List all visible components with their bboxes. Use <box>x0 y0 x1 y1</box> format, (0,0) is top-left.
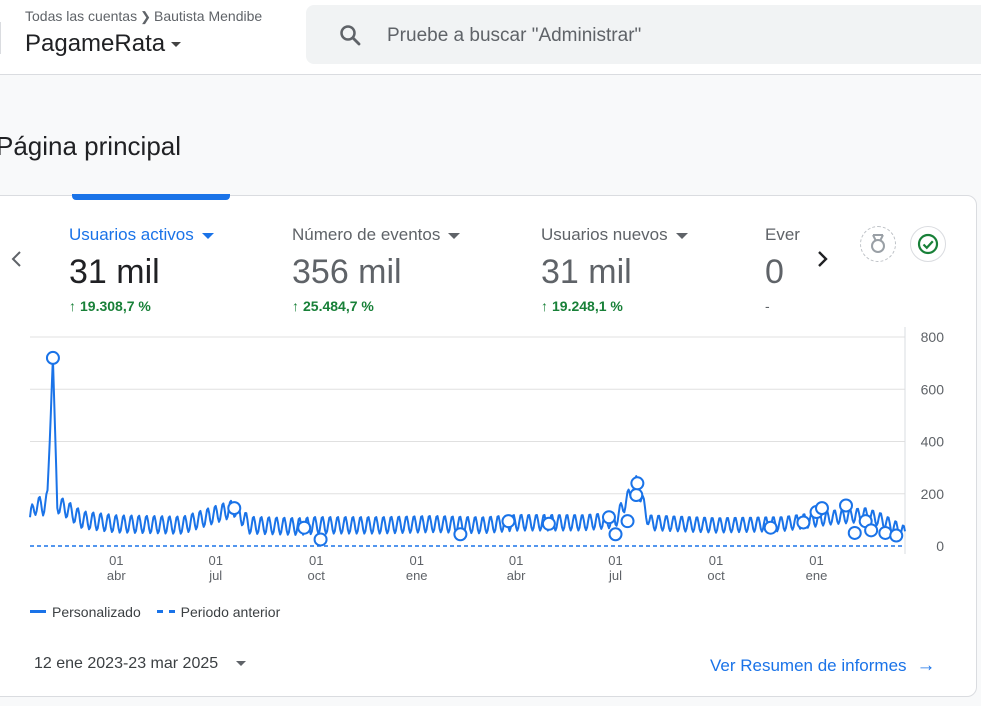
caret-down-icon <box>675 232 688 239</box>
metric-value: 31 mil <box>69 253 160 291</box>
y-tick-label: 400 <box>921 434 945 450</box>
anomaly-point <box>608 527 623 542</box>
x-tick-month: oct <box>707 568 725 583</box>
legend-item-personalizado: Personalizado <box>30 604 141 620</box>
view-reports-label: Ver Resumen de informes <box>710 656 907 675</box>
search-placeholder: Pruebe a buscar "Administrar" <box>387 25 642 46</box>
breadcrumb-root[interactable]: Todas las cuentas <box>25 8 137 24</box>
series-line-personalizado <box>29 356 906 538</box>
x-tick-month: ene <box>406 568 428 583</box>
x-tick-day: 01 <box>509 553 523 568</box>
anomaly-point <box>839 498 854 513</box>
anomaly-point <box>814 501 829 516</box>
y-tick-label: 800 <box>921 329 945 345</box>
breadcrumb-account[interactable]: Bautista Mendibe <box>154 8 262 24</box>
metric-change: ↑ 19.248,1 % <box>541 298 623 314</box>
x-tick-day: 01 <box>208 553 222 568</box>
metric-label[interactable]: Ever <box>765 225 810 245</box>
x-tick-month: jul <box>608 568 622 583</box>
metric-change: ↑ 25.484,7 % <box>292 298 374 314</box>
anomaly-point <box>601 510 616 525</box>
insights-badge-icon[interactable] <box>860 226 896 262</box>
metric-value: 0 <box>765 253 784 291</box>
metric-change: - <box>765 298 770 314</box>
property-name: PagameRata <box>25 30 166 57</box>
anomaly-point <box>620 514 635 529</box>
x-tick-month: jul <box>208 568 222 583</box>
caret-down-icon <box>236 661 247 667</box>
metric-change: ↑ 19.308,7 % <box>69 298 151 314</box>
check-circle-icon[interactable] <box>910 226 946 262</box>
search-bar[interactable]: Pruebe a buscar "Administrar" <box>306 5 981 64</box>
active-users-chart: 800600400200001abr01jul01oct01ene01abr01… <box>29 327 945 583</box>
x-tick-day: 01 <box>809 553 823 568</box>
anomaly-point <box>889 528 904 543</box>
anomaly-point <box>864 523 879 538</box>
caret-down-icon <box>448 232 461 239</box>
anomaly-point <box>796 515 811 530</box>
x-tick-day: 01 <box>608 553 622 568</box>
anomaly-point <box>297 520 312 535</box>
anomaly-point <box>313 532 328 547</box>
arrow-up-icon: ↑ <box>292 298 299 314</box>
metric-events-truncated[interactable]: Ever 0 - <box>765 225 810 314</box>
legend-item-periodo-anterior: Periodo anterior <box>156 604 280 620</box>
anomaly-point <box>847 525 862 540</box>
metric-value: 31 mil <box>541 253 632 291</box>
metric-event-count[interactable]: Número de eventos 356 mil ↑ 25.484,7 % <box>292 225 461 314</box>
page-title: Página principal <box>0 131 182 161</box>
metric-value: 356 mil <box>292 253 402 291</box>
caret-down-icon <box>201 232 214 239</box>
anomaly-point <box>629 488 644 503</box>
x-tick-day: 01 <box>109 553 123 568</box>
x-tick-month: ene <box>806 568 828 583</box>
anomaly-point <box>763 520 778 535</box>
view-reports-link[interactable]: Ver Resumen de informes → <box>710 655 936 677</box>
metric-label[interactable]: Usuarios activos <box>69 225 214 245</box>
anomaly-point <box>227 501 242 516</box>
anomaly-point <box>453 527 468 542</box>
legend-swatch-dashed <box>156 610 175 613</box>
property-selector[interactable]: PagameRata <box>25 30 182 58</box>
y-tick-label: 200 <box>921 486 945 502</box>
search-icon <box>340 25 361 46</box>
x-tick-month: abr <box>507 568 526 583</box>
x-tick-day: 01 <box>309 553 323 568</box>
metric-label[interactable]: Usuarios nuevos <box>541 225 688 245</box>
x-tick-day: 01 <box>409 553 423 568</box>
active-tab-indicator <box>72 194 230 200</box>
divider <box>0 22 1 54</box>
chevron-right-icon: ❯ <box>140 9 151 24</box>
anomaly-point <box>630 476 645 491</box>
anomaly-point <box>45 350 60 365</box>
chevron-right-icon[interactable] <box>814 248 832 270</box>
date-range-selector[interactable]: 12 ene 2023-23 mar 2025 <box>34 655 247 673</box>
x-tick-day: 01 <box>709 553 723 568</box>
x-tick-month: oct <box>308 568 326 583</box>
date-range-label: 12 ene 2023-23 mar 2025 <box>34 655 219 672</box>
y-tick-label: 0 <box>936 538 944 554</box>
chart-legend: Personalizado Periodo anterior <box>30 600 292 620</box>
legend-swatch-solid <box>30 610 46 613</box>
arrow-up-icon: ↑ <box>69 298 76 314</box>
anomaly-point <box>501 514 516 529</box>
x-tick-month: abr <box>107 568 126 583</box>
chevron-left-icon[interactable] <box>8 248 26 270</box>
breadcrumb[interactable]: Todas las cuentas ❯ Bautista Mendibe <box>25 8 262 25</box>
metric-label[interactable]: Número de eventos <box>292 225 461 245</box>
metric-new-users[interactable]: Usuarios nuevos 31 mil ↑ 19.248,1 % <box>541 225 688 314</box>
arrow-right-icon: → <box>916 655 936 676</box>
y-tick-label: 600 <box>921 381 945 397</box>
anomaly-point <box>541 516 556 531</box>
caret-down-icon <box>171 42 182 48</box>
metric-active-users[interactable]: Usuarios activos 31 mil ↑ 19.308,7 % <box>69 225 214 314</box>
top-bar: Todas las cuentas ❯ Bautista Mendibe Pagam… <box>0 0 981 75</box>
arrow-up-icon: ↑ <box>541 298 548 314</box>
